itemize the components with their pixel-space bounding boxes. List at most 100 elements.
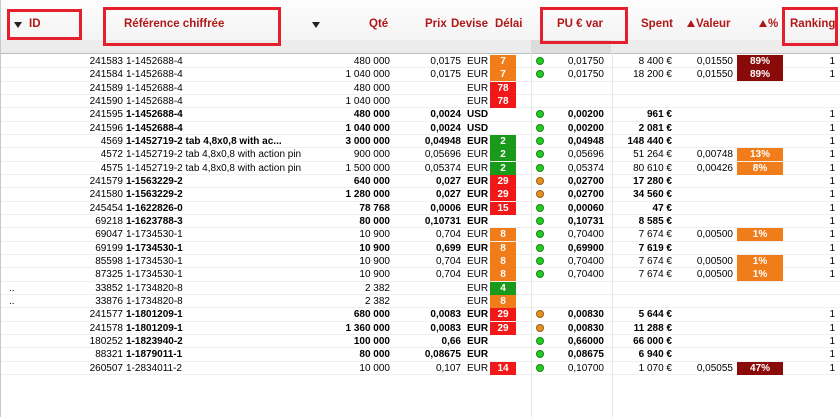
table-row[interactable]: .. 33876 1-1734820-8 2 382 EUR 8 — [1, 294, 840, 309]
table-row[interactable]: 245454 1-1622826-0 78 768 0,0006 EUR 15 0,0006… — [1, 201, 840, 215]
table-row[interactable]: 241579 1-1563229-2 640 000 0,027 EUR 29 0,0270… — [1, 174, 840, 189]
cell-valeur: 0,01550 — [696, 56, 733, 67]
table-row[interactable]: 241595 1-1452688-4 480 000 0,0024 USD 0,00200… — [1, 108, 840, 122]
cell-delai: 8 — [490, 241, 516, 255]
cell-pu-var: 0,04948 — [567, 135, 604, 147]
table-row[interactable]: 241580 1-1563229-2 1 280 000 0,027 EUR 29 0,02… — [1, 188, 840, 202]
cell-id: 33852 — [95, 282, 123, 294]
highlight-box-pu-var — [540, 7, 628, 44]
cell-reference: 1-2834011-2 — [126, 362, 182, 374]
cell-delai: 2 — [490, 148, 516, 162]
cell-ranking: 1 — [829, 255, 835, 267]
cell-reference: 1-1623788-3 — [126, 215, 183, 227]
cell-ranking: 1 — [829, 69, 835, 81]
cell-devise: EUR — [467, 229, 489, 241]
cell-pu-var: 0,69900 — [567, 242, 604, 254]
cell-valeur: 0,00500 — [696, 269, 733, 281]
cell-spent: 7 674 € — [638, 255, 672, 267]
cell-spent: 11 288 € — [633, 322, 672, 334]
cell-reference: 1-1563229-2 — [126, 189, 183, 201]
cell-devise: USD — [467, 109, 489, 121]
cell-id: 69047 — [95, 229, 123, 241]
cell-spent: 6 940 € — [638, 349, 672, 361]
cell-devise: EUR — [467, 282, 489, 294]
cell-prix: 0,08675 — [424, 349, 461, 361]
table-row[interactable]: .. 33852 1-1734820-8 2 382 EUR 4 — [1, 281, 840, 295]
table-row[interactable]: 241589 1-1452688-4 480 000 EUR 78 — [1, 81, 840, 95]
cell-pu-var: 0,70400 — [567, 229, 604, 241]
cell-reference: 1-1734530-1 — [126, 229, 183, 241]
table-row[interactable]: 88321 1-1879011-1 80 000 0,08675 EUR 0,08675 6… — [1, 348, 840, 362]
column-header-qte[interactable]: Qté — [369, 18, 388, 30]
cell-id: 245454 — [89, 202, 123, 214]
cell-spent: 34 560 € — [633, 189, 672, 201]
cell-spent: 2 081 € — [638, 122, 672, 134]
column-header-valeur[interactable]: Valeur — [687, 18, 731, 30]
cell-prix: 0,0006 — [430, 202, 461, 214]
table-row[interactable]: 241577 1-1801209-1 680 000 0,0083 EUR 29 0,008… — [1, 308, 840, 322]
cell-delai: 29 — [490, 174, 516, 188]
table-row[interactable]: 241596 1-1452688-4 1 040 000 0,0024 USD 0,002… — [1, 122, 840, 135]
cell-reference: 1-1801209-1 — [126, 309, 183, 321]
cell-ranking: 1 — [829, 349, 835, 361]
table-row[interactable]: 87325 1-1734530-1 10 900 0,704 EUR 8 0,70400 7 … — [1, 268, 840, 282]
table-row[interactable]: 4569 1-1452719-2 tab 4,8x0,8 with ac... 3 … — [1, 134, 840, 149]
cell-ranking: 1 — [829, 229, 835, 241]
status-dot-icon — [536, 350, 544, 359]
table-row[interactable]: 260507 1-2834011-2 10 000 0,107 EUR 14 0,10700… — [1, 361, 840, 375]
cell-ranking: 1 — [829, 135, 835, 147]
cell-delai: 8 — [490, 294, 516, 308]
cell-qte: 80 000 — [359, 349, 390, 361]
cell-prix: 0,027 — [435, 175, 461, 187]
reference-dropdown-icon[interactable] — [312, 22, 320, 28]
cell-qte: 1 040 000 — [345, 69, 391, 81]
table-row[interactable]: 241584 1-1452688-4 1 040 000 0,0175 EUR 7 0,01… — [1, 68, 840, 82]
cell-id: 260507 — [89, 362, 123, 374]
table-row[interactable]: 69218 1-1623788-3 80 000 0,10731 EUR 0,10731 8… — [1, 215, 840, 229]
cell-devise: EUR — [467, 162, 489, 174]
cell-pct: 1% — [737, 268, 783, 282]
cell-reference: 1-1452688-4 — [126, 122, 183, 134]
cell-qte: 1 040 000 — [345, 122, 391, 134]
cell-ranking: 1 — [829, 56, 835, 67]
table-row[interactable]: 180252 1-1823940-2 100 000 0,66 EUR 0,66000 66… — [1, 335, 840, 349]
table-row[interactable]: 4575 1-1452719-2 tab 4,8x0,8 with action … — [1, 161, 840, 175]
cell-reference: 1-1823940-2 — [126, 335, 183, 347]
cell-qte: 100 000 — [353, 335, 390, 347]
column-header-delai[interactable]: Délai — [495, 18, 523, 30]
cell-prix: 0,027 — [435, 189, 461, 201]
table-row[interactable]: 241578 1-1801209-1 1 360 000 0,0083 EUR 29 0,0… — [1, 321, 840, 335]
cell-delai: 8 — [490, 268, 516, 282]
cell-pu-var: 0,02700 — [567, 189, 604, 201]
cell-qte: 10 900 — [359, 255, 390, 267]
cell-devise: EUR — [467, 242, 489, 254]
cell-reference: 1-1452688-4 — [126, 56, 183, 67]
cell-prix: 0,704 — [435, 229, 461, 241]
table-row[interactable]: 4572 1-1452719-2 tab 4,8x0,8 with action … — [1, 148, 840, 162]
table-row[interactable]: 85598 1-1734530-1 10 900 0,704 EUR 8 0,70400 7 … — [1, 254, 840, 269]
cell-devise: EUR — [467, 362, 489, 374]
cell-reference: 1-1734820-8 — [126, 295, 183, 307]
cell-delai: 2 — [490, 161, 516, 175]
cell-pct: 1% — [737, 228, 783, 242]
column-header-devise[interactable]: Devise — [451, 18, 488, 30]
cell-devise: EUR — [467, 202, 489, 214]
cell-qte: 78 768 — [359, 202, 390, 214]
cell-devise: EUR — [467, 189, 489, 201]
table-row[interactable]: 241583 1-1452688-4 480 000 0,0175 EUR 7 0,0175… — [1, 55, 840, 69]
cell-pu-var: 0,00200 — [567, 122, 604, 134]
pct-label: % — [768, 18, 779, 30]
table-row[interactable]: 241590 1-1452688-4 1 040 000 EUR 78 — [1, 94, 840, 109]
status-dot-icon — [536, 230, 544, 239]
column-header-prix[interactable]: Prix — [425, 18, 447, 30]
cell-ranking: 1 — [829, 122, 835, 134]
column-header-spent[interactable]: Spent — [641, 18, 673, 30]
table-row[interactable]: 69047 1-1734530-1 10 900 0,704 EUR 8 0,70400 7 … — [1, 228, 840, 242]
table-row[interactable]: 69199 1-1734530-1 10 900 0,699 EUR 8 0,69900 7 … — [1, 241, 840, 255]
column-header-pct[interactable]: % — [759, 18, 778, 30]
cell-reference: 1-1622826-0 — [126, 202, 183, 214]
cell-pu-var: 0,00830 — [567, 322, 604, 334]
status-dot-icon — [536, 176, 544, 185]
cell-prix: 0,10731 — [424, 215, 461, 227]
cell-ranking: 1 — [829, 309, 835, 321]
